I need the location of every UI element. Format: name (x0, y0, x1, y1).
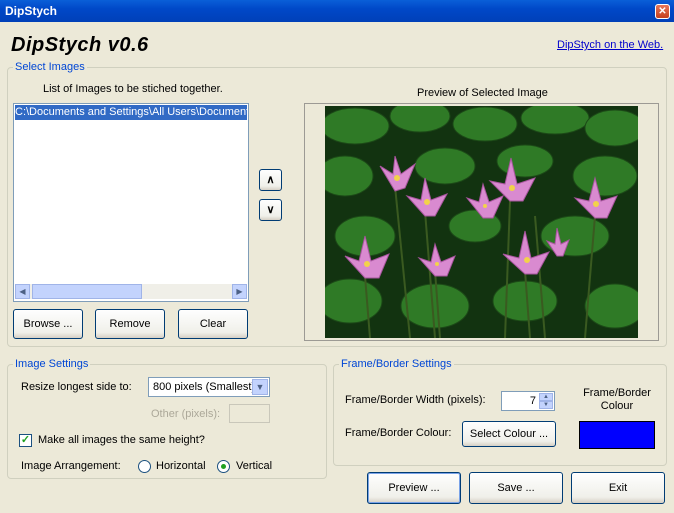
same-height-label: Make all images the same height? (38, 434, 205, 446)
image-listbox[interactable]: C:\Documents and Settings\All Users\Docu… (13, 103, 249, 302)
vertical-radio[interactable] (217, 460, 230, 473)
frame-settings-group-label: Frame/Border Settings (339, 358, 454, 370)
move-down-button[interactable]: ∨ (259, 199, 282, 221)
web-link[interactable]: DipStych on the Web. (557, 39, 663, 51)
checkmark-icon: ✓ (20, 434, 31, 446)
border-width-label: Frame/Border Width (pixels): (345, 394, 486, 406)
border-colour-label: Frame/Border Colour: (345, 427, 452, 439)
preview-image (325, 106, 638, 338)
app-title: DipStych v0.6 (11, 34, 149, 56)
arrangement-label: Image Arrangement: (21, 460, 121, 472)
select-colour-button[interactable]: Select Colour ... (462, 421, 556, 447)
close-icon: ✕ (658, 6, 667, 17)
select-images-group-label: Select Images (13, 61, 87, 73)
radio-selected-dot (221, 464, 226, 469)
horizontal-scrollbar[interactable]: ◀ ▶ (15, 284, 247, 299)
border-width-spinner[interactable]: 7 ▲ ▼ (501, 391, 555, 411)
border-colour-swatch (579, 421, 655, 449)
save-button[interactable]: Save ... (469, 472, 563, 504)
scroll-right-button[interactable]: ▶ (232, 284, 247, 299)
chevron-down-icon[interactable]: ▼ (252, 379, 268, 395)
preview-frame (304, 103, 659, 341)
resize-label: Resize longest side to: (21, 381, 132, 393)
colour-caption: Frame/Border Colour (583, 387, 651, 412)
move-up-button[interactable]: ∧ (259, 169, 282, 191)
same-height-checkbox[interactable]: ✓ (19, 434, 32, 447)
resize-select[interactable]: 800 pixels (Smallest) ▼ (148, 377, 270, 397)
spin-up-icon[interactable]: ▲ (539, 393, 553, 401)
exit-button[interactable]: Exit (571, 472, 665, 504)
preview-button[interactable]: Preview ... (367, 472, 461, 504)
chevron-left-icon: ◀ (19, 287, 26, 296)
clear-button[interactable]: Clear (178, 309, 248, 339)
border-width-value: 7 (529, 395, 536, 407)
other-pixels-input[interactable] (229, 404, 270, 423)
move-down-icon: ∨ (266, 204, 275, 216)
chevron-right-icon: ▶ (236, 287, 243, 296)
scrollbar-thumb[interactable] (32, 284, 142, 299)
title-bar: DipStych ✕ (0, 0, 674, 22)
image-settings-group-label: Image Settings (13, 358, 91, 370)
list-item[interactable]: C:\Documents and Settings\All Users\Docu… (15, 105, 247, 120)
horizontal-radio-label: Horizontal (156, 460, 206, 472)
frame-settings-group (333, 364, 667, 466)
spin-down-icon[interactable]: ▼ (539, 401, 553, 409)
move-up-icon: ∧ (266, 174, 275, 186)
window-title: DipStych (5, 4, 58, 18)
vertical-radio-label: Vertical (236, 460, 273, 472)
browse-button[interactable]: Browse ... (13, 309, 83, 339)
horizontal-radio[interactable] (138, 460, 151, 473)
remove-button[interactable]: Remove (95, 309, 165, 339)
close-button[interactable]: ✕ (655, 4, 670, 19)
preview-caption: Preview of Selected Image (417, 87, 548, 99)
list-caption: List of Images to be stiched together. (43, 83, 223, 95)
other-pixels-label: Other (pixels): (151, 408, 221, 420)
resize-select-value: 800 pixels (Smallest) (153, 381, 256, 393)
scroll-left-button[interactable]: ◀ (15, 284, 30, 299)
